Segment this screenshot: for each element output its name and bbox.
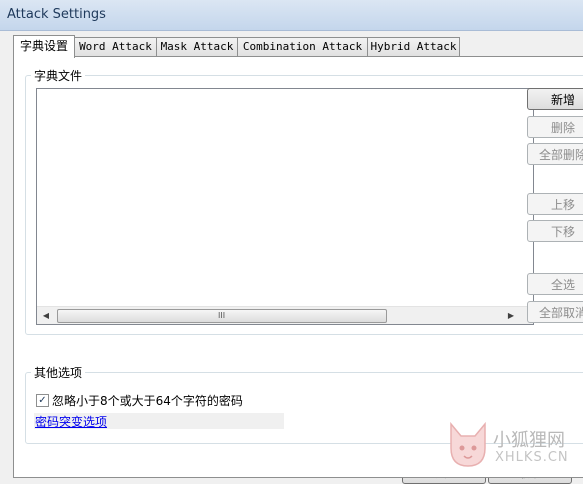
tab-dictionary-settings[interactable]: 字典设置 <box>13 35 75 58</box>
title-bar: Attack Settings <box>0 0 583 31</box>
add-dictionary-button[interactable]: 新增 <box>527 88 583 110</box>
tab-mask-attack[interactable]: Mask Attack <box>156 37 238 56</box>
scroll-left-icon[interactable]: ◀ <box>38 308 54 323</box>
ignore-length-checkbox[interactable]: ✓ <box>36 394 49 407</box>
mutation-options-row: 密码突变选项 <box>34 413 284 429</box>
scroll-thumb[interactable]: III <box>57 309 387 323</box>
ignore-length-label[interactable]: 忽略小于8个或大于64个字符的密码 <box>52 392 243 409</box>
move-down-button[interactable]: 下移 <box>527 220 583 242</box>
dictionary-files-group-label: 字典文件 <box>31 67 86 84</box>
dictionary-file-list[interactable]: ◀ III ▶ <box>36 88 534 325</box>
scroll-thumb-grip: III <box>218 311 226 320</box>
tab-combination-attack[interactable]: Combination Attack <box>237 37 368 56</box>
window-title: Attack Settings <box>7 7 106 22</box>
scroll-right-icon[interactable]: ▶ <box>503 308 519 323</box>
horizontal-scrollbar[interactable]: ◀ III ▶ <box>37 306 533 324</box>
tab-word-attack[interactable]: Word Attack <box>74 37 157 56</box>
mutation-options-link[interactable]: 密码突变选项 <box>35 413 107 430</box>
delete-dictionary-button[interactable]: 删除 <box>527 116 583 138</box>
tab-panel-dictionary: 字典文件 ◀ III ▶ 新增 删除 全部删除 上移 下移 全选 全部取消 其他… <box>13 56 583 478</box>
select-all-button[interactable]: 全选 <box>527 273 583 295</box>
deselect-all-button[interactable]: 全部取消 <box>527 301 583 323</box>
other-options-group-label: 其他选项 <box>31 364 86 381</box>
move-up-button[interactable]: 上移 <box>527 193 583 215</box>
dialog-client-area: 字典设置 Word Attack Mask Attack Combination… <box>0 31 583 479</box>
tab-hybrid-attack[interactable]: Hybrid Attack <box>367 37 460 56</box>
delete-all-button[interactable]: 全部删除 <box>527 143 583 165</box>
